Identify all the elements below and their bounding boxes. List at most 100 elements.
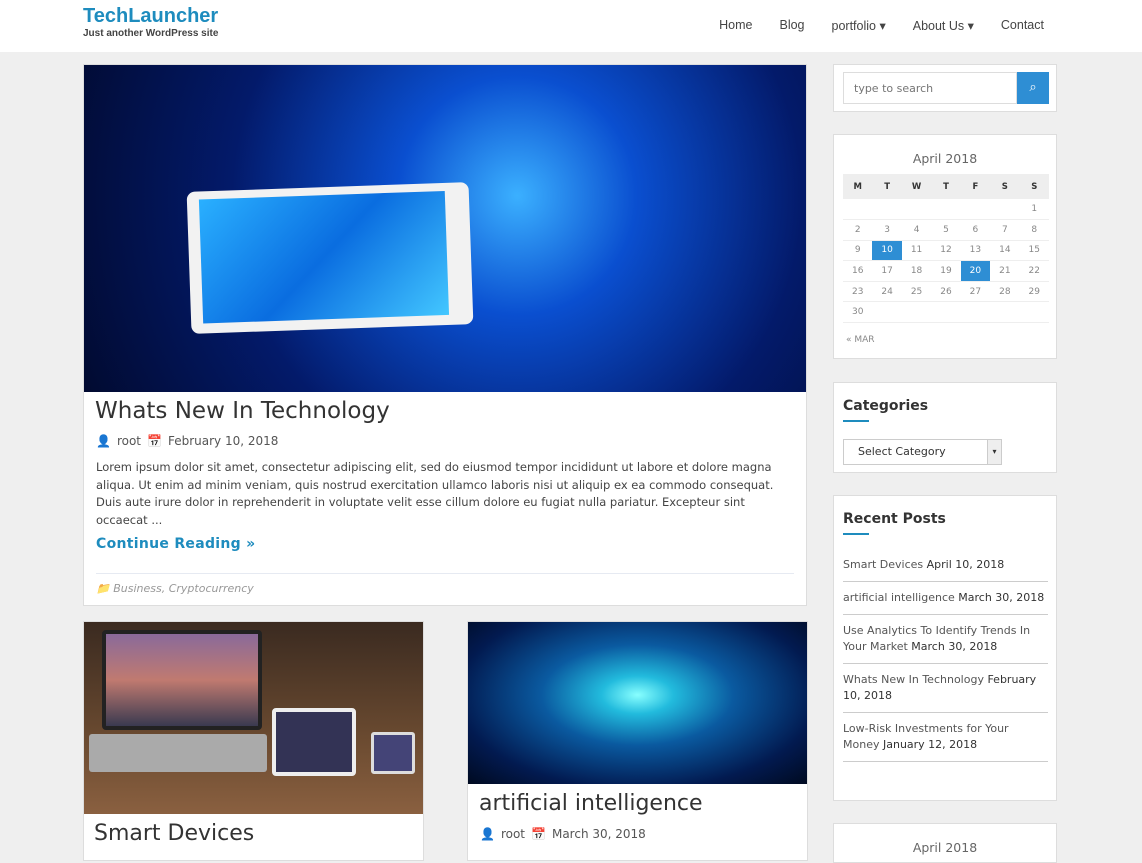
post-author[interactable]: root <box>117 434 141 448</box>
recent-post-item: Whats New In Technology February 10, 201… <box>843 664 1048 713</box>
calendar-empty <box>1019 301 1049 324</box>
weekday-header: T <box>872 174 902 199</box>
calendar-day: 1 <box>1019 199 1049 221</box>
calendar-day: 4 <box>901 219 932 241</box>
weekday-header: S <box>1019 174 1049 199</box>
weekday-header: S <box>990 174 1020 199</box>
post-date[interactable]: March 30, 2018 <box>552 827 646 841</box>
recent-post-link[interactable]: Whats New In Technology <box>843 673 984 686</box>
calendar-day: 27 <box>960 281 991 303</box>
recent-post-date: April 10, 2018 <box>926 558 1005 571</box>
featured-post: Whats New In Technology 👤 root 📅 February … <box>83 64 807 606</box>
recent-posts-widget: Recent Posts Smart Devices April 10, 201… <box>833 495 1057 801</box>
calendar-widget-2: April 2018 <box>833 823 1057 863</box>
nav-home[interactable]: Home <box>719 18 752 33</box>
category-link[interactable]: Cryptocurrency <box>169 582 254 595</box>
calendar-empty <box>843 199 873 221</box>
calendar-day: 29 <box>1019 281 1049 303</box>
calendar-empty <box>901 301 932 324</box>
calendar-caption: April 2018 <box>912 151 978 166</box>
tablet-image <box>186 182 474 334</box>
search-button[interactable]: ⌕ <box>1017 72 1049 104</box>
calendar-empty <box>931 199 961 221</box>
calendar-empty <box>931 301 961 324</box>
post-title[interactable]: Whats New In Technology <box>95 398 390 424</box>
calendar-table: M T W T F S S 1 2 3 4 5 6 7 8 9 10 11 12 13 14 15 16 17 18 19 20 21… <box>843 174 1049 324</box>
nav-portfolio[interactable]: portfolio ▾ <box>832 18 886 33</box>
calendar-day: 30 <box>843 301 873 324</box>
category-link[interactable]: Business <box>113 582 162 595</box>
recent-post-link[interactable]: artificial intelligence <box>843 591 955 604</box>
calendar-day: 17 <box>872 260 902 282</box>
calendar-day: 12 <box>931 240 961 262</box>
calendar-empty <box>990 301 1020 324</box>
main-nav: Home Blog portfolio ▾ About Us ▾ Contact <box>719 18 1044 33</box>
user-icon: 👤 <box>96 434 111 448</box>
recent-posts-list: Smart Devices April 10, 2018 artificial i… <box>843 549 1048 762</box>
post-title[interactable]: Smart Devices <box>94 821 254 846</box>
calendar-prev-link[interactable]: « MAR <box>846 335 875 345</box>
select-value: Select Category <box>858 445 946 458</box>
calendar-day: 15 <box>1019 240 1049 262</box>
calendar-day: 26 <box>931 281 961 303</box>
calendar-day: 18 <box>901 260 932 282</box>
recent-post-link[interactable]: Smart Devices <box>843 558 923 571</box>
calendar-empty <box>901 199 932 221</box>
user-icon: 👤 <box>480 827 495 841</box>
post-image[interactable] <box>468 622 807 784</box>
calendar-day: 2 <box>843 219 873 241</box>
chevron-down-icon: ▾ <box>987 440 1001 464</box>
site-header: TechLauncher Just another WordPress site… <box>0 0 1142 52</box>
featured-image[interactable] <box>84 65 806 392</box>
calendar-day[interactable]: 20 <box>960 260 991 282</box>
recent-post-date: January 12, 2018 <box>882 738 978 751</box>
site-title[interactable]: TechLauncher <box>83 5 218 28</box>
calendar-empty <box>960 301 991 324</box>
recent-post-item: Low-Risk Investments for Your Money Janu… <box>843 713 1048 762</box>
calendar-empty <box>872 199 902 221</box>
separator: , <box>161 582 166 595</box>
search-icon: ⌕ <box>1029 80 1037 95</box>
calendar-day: 24 <box>872 281 902 303</box>
post-card: artificial intelligence 👤 root 📅 March 30,… <box>467 621 808 861</box>
recent-post-item: Smart Devices April 10, 2018 <box>843 549 1048 582</box>
nav-contact[interactable]: Contact <box>1001 18 1044 33</box>
post-title[interactable]: artificial intelligence <box>479 791 703 816</box>
calendar-day: 21 <box>990 260 1020 282</box>
title-underline <box>843 420 869 422</box>
nav-blog[interactable]: Blog <box>779 18 804 33</box>
recent-post-date: March 30, 2018 <box>911 640 998 653</box>
calendar-day: 19 <box>931 260 961 282</box>
post-image[interactable] <box>84 622 423 814</box>
category-select[interactable]: Select Category ▾ <box>843 439 1002 465</box>
post-date[interactable]: February 10, 2018 <box>168 434 278 448</box>
calendar-empty <box>990 199 1020 221</box>
divider <box>96 573 794 574</box>
calendar-day: 28 <box>990 281 1020 303</box>
calendar-day: 23 <box>843 281 873 303</box>
calendar-icon: 📅 <box>147 434 162 448</box>
weekday-header: T <box>931 174 961 199</box>
recent-post-item: artificial intelligence March 30, 2018 <box>843 582 1048 615</box>
calendar-day: 11 <box>901 240 932 262</box>
calendar-day: 7 <box>990 219 1020 241</box>
calendar-day: 13 <box>960 240 991 262</box>
calendar-day: 16 <box>843 260 873 282</box>
calendar-widget: April 2018 M T W T F S S 1 2 3 4 5 6 7 8 9 10 11 12 13 14 15 1… <box>833 134 1057 359</box>
folder-icon: 📁 <box>96 582 110 595</box>
recent-post-item: Use Analytics To Identify Trends In Your… <box>843 615 1048 664</box>
continue-reading-link[interactable]: Continue Reading » <box>96 536 256 552</box>
calendar-day: 9 <box>843 240 873 262</box>
widget-title: Recent Posts <box>843 511 946 527</box>
categories-widget: Categories Select Category ▾ <box>833 382 1057 473</box>
weekday-header: F <box>960 174 991 199</box>
search-input[interactable] <box>843 72 1017 104</box>
recent-post-date: March 30, 2018 <box>958 591 1045 604</box>
calendar-day: 5 <box>931 219 961 241</box>
post-author[interactable]: root <box>501 827 525 841</box>
widget-title: Categories <box>843 398 929 414</box>
nav-about[interactable]: About Us ▾ <box>913 18 974 33</box>
calendar-icon: 📅 <box>531 827 546 841</box>
calendar-day[interactable]: 10 <box>872 240 902 262</box>
title-underline <box>843 533 869 535</box>
